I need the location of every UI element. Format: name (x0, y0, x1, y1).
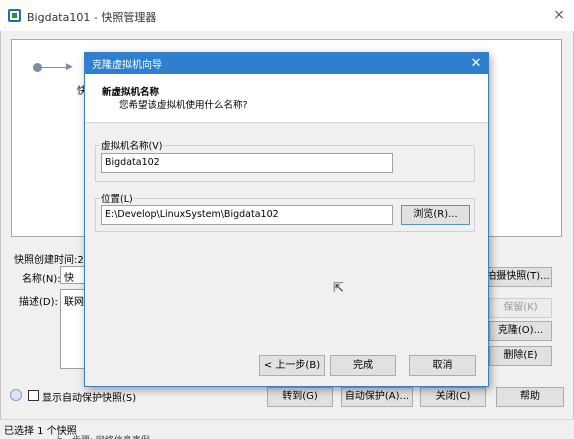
snapshot-description-field[interactable]: 联网 (60, 289, 86, 369)
dialog-header-subtitle: 您希望该虚拟机使用什么名称? (119, 100, 248, 111)
description-label: 描述(D): (19, 297, 58, 308)
help-button[interactable]: 帮助 (496, 387, 564, 407)
snapshot-name-field[interactable]: 快 (60, 266, 86, 284)
show-autoprotect-checkbox[interactable] (28, 390, 39, 401)
cancel-button[interactable]: 取消 (409, 355, 476, 376)
snapshot-time-label: 快照创建时间:2 (14, 255, 84, 266)
help-circle-icon (10, 389, 22, 401)
mouse-cursor-icon: ⇱ (333, 281, 344, 296)
back-button[interactable]: < 上一步(B) (259, 355, 325, 376)
dialog-header-title: 新虚拟机名称 (102, 87, 160, 98)
location-group-label: 位置(L) (100, 191, 134, 205)
name-label: 名称(N): (22, 274, 61, 285)
clone-button[interactable]: 克隆(O)... (489, 321, 552, 341)
location-path-input[interactable]: E:\Develop\LinuxSystem\Bigdata102 (101, 205, 393, 225)
goto-button[interactable]: 转到(G) (267, 387, 333, 407)
browse-button[interactable]: 浏览(R)... (401, 205, 470, 225)
close-button[interactable]: 关闭(C) (420, 387, 486, 407)
current-state-dot-icon[interactable] (33, 63, 42, 72)
status-text-below: 上一步骤: 网络信息事例 (54, 433, 150, 439)
delete-button[interactable]: 删除(E) (489, 346, 552, 366)
vm-name-input[interactable]: Bigdata102 (101, 153, 393, 173)
vm-name-group-label: 虚拟机名称(V) (100, 138, 164, 152)
window-close-button[interactable]: × (548, 4, 570, 26)
dialog-close-icon[interactable]: ✕ (466, 53, 486, 74)
timeline-arrow-icon: ▶ (66, 62, 73, 72)
autoprotect-button[interactable]: 自动保护(A)... (341, 387, 413, 407)
show-autoprotect-label: 显示自动保护快照(S) (42, 393, 137, 404)
take-snapshot-button[interactable]: 拍摄快照(T)... (484, 267, 552, 287)
finish-button[interactable]: 完成 (330, 355, 396, 376)
dialog-title: 克隆虚拟机向导 (92, 60, 162, 71)
window-title: Bigdata101 - 快照管理器 (27, 11, 157, 24)
keep-button[interactable]: 保留(K) (489, 298, 552, 318)
vmware-app-icon (8, 9, 21, 22)
